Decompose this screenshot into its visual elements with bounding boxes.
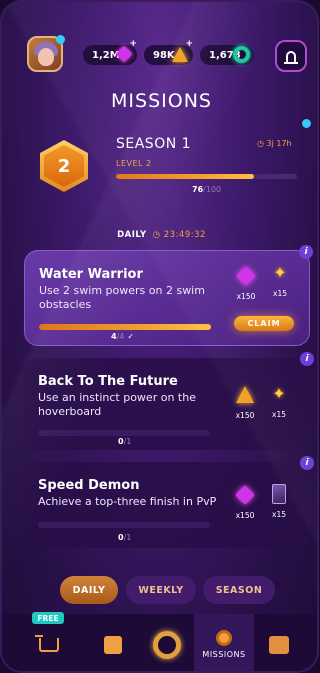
free-badge: FREE — [32, 612, 64, 624]
mission-description: Achieve a top-three finish in PvP — [38, 495, 217, 508]
season-level-label: LEVEL 2 — [116, 159, 152, 168]
nav-item-home[interactable] — [142, 614, 192, 671]
notification-dot — [302, 119, 311, 128]
plus-icon: + — [185, 39, 193, 49]
daily-header: DAILY ◷ 23:49:32 — [2, 230, 317, 240]
cart-icon — [35, 634, 59, 652]
pink-gem-icon — [235, 485, 255, 505]
reward-amount: x15 — [272, 410, 286, 419]
mission-progress-bar — [39, 324, 211, 330]
daily-timer: ◷ 23:49:32 — [152, 230, 206, 240]
pink-gem-icon — [236, 266, 256, 286]
reward-item: x15 — [267, 484, 291, 519]
season-progress-text: 76/100 — [192, 185, 221, 194]
nav-item-missions[interactable]: MISSIONS — [194, 614, 254, 671]
season-timer: ◷ 3j 17h — [257, 139, 292, 148]
character-card-icon — [272, 484, 286, 504]
page-title: MISSIONS — [111, 90, 212, 112]
tab-daily[interactable]: DAILY — [60, 576, 118, 604]
info-icon[interactable]: i — [299, 245, 313, 259]
mission-card[interactable]: i Back To The Future Use an instinct pow… — [24, 352, 314, 450]
notifications-button[interactable] — [275, 40, 307, 72]
mission-card[interactable]: i Speed Demon Achieve a top-three finish… — [24, 456, 314, 548]
mission-progress-bar — [38, 430, 210, 436]
nav-label-missions: MISSIONS — [202, 650, 246, 659]
season-title: SEASON 1 — [116, 136, 192, 152]
medal-icon — [216, 630, 232, 646]
mission-title: Back To The Future — [38, 374, 178, 389]
reward-amount: x15 — [273, 289, 287, 298]
avatar-notification-dot — [56, 35, 65, 44]
calendar-icon — [269, 635, 289, 654]
ring-logo-icon — [153, 630, 181, 659]
reward-amount: x150 — [235, 411, 255, 420]
spark-icon: ✦ — [273, 263, 287, 282]
mission-description: Use 2 swim powers on 2 swim obstacles — [39, 284, 205, 311]
gold-triangle-icon — [236, 386, 254, 403]
reward-item: x150 — [233, 484, 257, 520]
check-icon: ✓ — [127, 332, 135, 341]
bell-icon — [284, 50, 298, 64]
mission-progress-fill — [39, 324, 211, 330]
mission-progress-total: /1 — [123, 533, 132, 542]
info-icon[interactable]: i — [300, 456, 314, 470]
info-icon[interactable]: i — [300, 352, 314, 366]
shopping-bag-icon — [104, 635, 122, 654]
mission-progress-text: 4/4 ✓ — [111, 332, 134, 341]
reward-item: ✦ x15 — [267, 384, 291, 420]
reward-item: ✦ x15 — [268, 263, 292, 299]
mission-title: Water Warrior — [39, 267, 143, 282]
nav-item-bag[interactable] — [88, 614, 138, 671]
currency-gems[interactable]: 1,2M + — [83, 39, 137, 65]
phone-screen: 1,2M + 98K + 1,678 MISSIONS 2 SEASON 1 ◷… — [0, 0, 319, 673]
season-progress-fill — [116, 174, 254, 179]
reward-item: x150 — [234, 265, 258, 301]
reward-amount: x150 — [236, 292, 256, 301]
claim-button[interactable]: CLAIM — [234, 316, 294, 331]
reward-amount: x150 — [235, 511, 255, 520]
reward-item: x150 — [233, 386, 257, 420]
season-progress-current: 76 — [192, 185, 204, 194]
season-progress-total: /100 — [203, 185, 222, 194]
mission-card[interactable]: i Water Warrior Use 2 swim powers on 2 s… — [24, 245, 313, 346]
season-progress-bar — [116, 174, 297, 179]
currency-rings[interactable]: 1,678 — [200, 45, 254, 65]
mission-progress-text: 0/1 — [118, 533, 131, 542]
reward-amount: x15 — [272, 510, 286, 519]
mission-progress-total: /4 — [116, 332, 125, 341]
avatar-face — [38, 48, 54, 66]
currency-coins[interactable]: 98K + — [144, 39, 193, 65]
mission-progress-bar — [38, 522, 210, 528]
plus-icon: + — [129, 39, 137, 49]
nav-item-calendar[interactable] — [254, 614, 304, 671]
tab-weekly[interactable]: WEEKLY — [126, 576, 196, 604]
spark-icon: ✦ — [272, 384, 286, 403]
mission-description: Use an instinct power on the hoverboard — [38, 391, 196, 418]
tab-season[interactable]: SEASON — [203, 576, 275, 604]
mission-title: Speed Demon — [38, 478, 140, 493]
mission-progress-total: /1 — [123, 437, 132, 446]
green-ring-icon — [232, 45, 250, 63]
mission-progress-text: 0/1 — [118, 437, 131, 446]
daily-label: DAILY — [117, 230, 147, 240]
